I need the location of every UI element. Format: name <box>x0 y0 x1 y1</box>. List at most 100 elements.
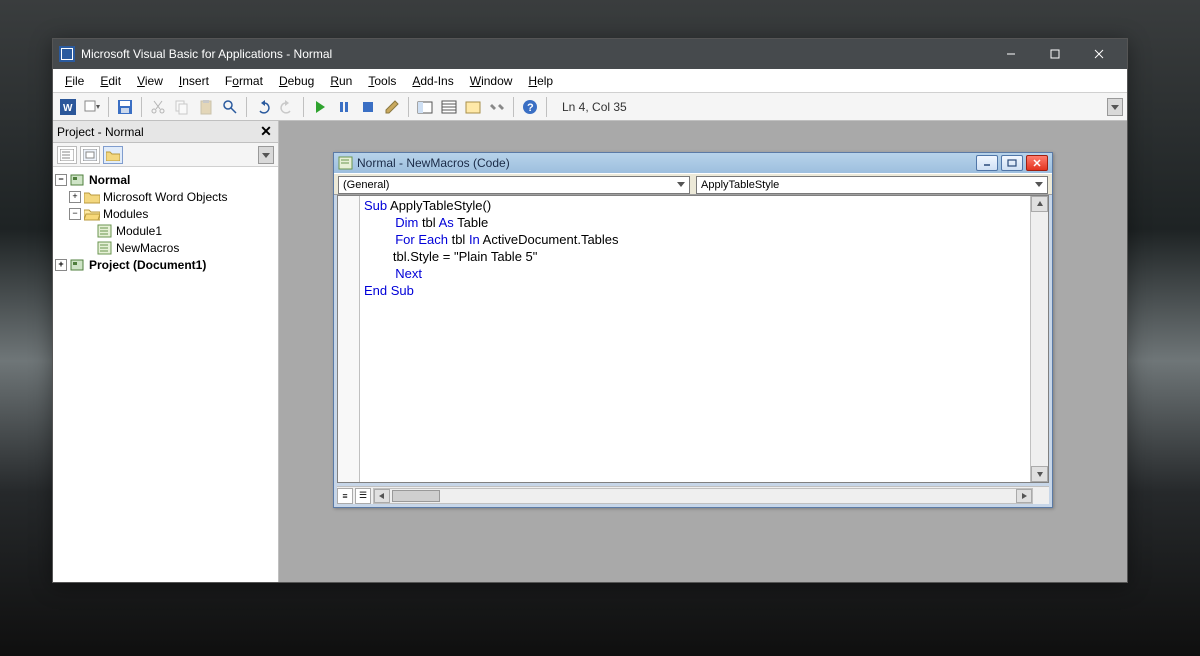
code-combos: (General) ApplyTableStyle <box>334 173 1052 195</box>
project-panel-title: Project - Normal <box>57 125 258 139</box>
minimize-button[interactable] <box>989 39 1033 69</box>
project-panel-close-icon[interactable]: ✕ <box>258 124 274 140</box>
menubar: File Edit View Insert Format Debug Run T… <box>53 69 1127 93</box>
code-editor[interactable]: Sub ApplyTableStyle() Dim tbl As Table F… <box>337 195 1049 483</box>
pause-icon[interactable] <box>333 96 355 118</box>
svg-text:W: W <box>63 103 73 114</box>
menu-format[interactable]: Format <box>217 72 271 90</box>
module-icon <box>97 224 113 238</box>
resize-grip[interactable] <box>1033 488 1049 504</box>
menu-edit[interactable]: Edit <box>92 72 129 90</box>
code-window-titlebar[interactable]: Normal - NewMacros (Code) <box>334 153 1052 173</box>
code-window-controls <box>976 155 1048 171</box>
code-minimize-button[interactable] <box>976 155 998 171</box>
save-icon[interactable] <box>114 96 136 118</box>
properties-icon[interactable] <box>438 96 460 118</box>
procedure-combo[interactable]: ApplyTableStyle <box>696 176 1048 194</box>
scroll-down-icon[interactable] <box>1031 466 1048 482</box>
tree-node-normal[interactable]: − Normal <box>55 171 276 188</box>
vba-project-icon <box>70 173 86 187</box>
design-mode-icon[interactable] <box>381 96 403 118</box>
object-browser-icon[interactable] <box>462 96 484 118</box>
module-icon <box>97 241 113 255</box>
collapse-icon[interactable]: − <box>69 208 81 220</box>
scroll-up-icon[interactable] <box>1031 196 1048 212</box>
view-dropdown-icon[interactable] <box>81 96 103 118</box>
menu-tools[interactable]: Tools <box>360 72 404 90</box>
cursor-position: Ln 4, Col 35 <box>558 100 631 114</box>
menu-help[interactable]: Help <box>520 72 561 90</box>
project-tree[interactable]: − Normal + Microsoft Word Objects − Modu… <box>53 167 278 582</box>
toggle-folders-icon[interactable] <box>103 146 123 164</box>
module-icon <box>338 156 354 170</box>
tree-node-word-objects[interactable]: + Microsoft Word Objects <box>55 188 276 205</box>
mdi-area[interactable]: Normal - NewMacros (Code) (General) Appl… <box>279 121 1127 582</box>
expand-icon[interactable]: + <box>69 191 81 203</box>
code-close-button[interactable] <box>1026 155 1048 171</box>
stop-icon[interactable] <box>357 96 379 118</box>
tree-label: Module1 <box>116 224 162 238</box>
vba-project-icon <box>70 258 86 272</box>
menu-view[interactable]: View <box>129 72 171 90</box>
word-icon[interactable]: W <box>57 96 79 118</box>
window-title: Microsoft Visual Basic for Applications … <box>81 47 989 61</box>
tree-node-module1[interactable]: Module1 <box>55 222 276 239</box>
menu-insert[interactable]: Insert <box>171 72 217 90</box>
help-icon[interactable]: ? <box>519 96 541 118</box>
toolbox-icon[interactable] <box>486 96 508 118</box>
code-window: Normal - NewMacros (Code) (General) Appl… <box>333 152 1053 508</box>
project-panel-header[interactable]: Project - Normal ✕ <box>53 121 278 143</box>
tree-node-modules[interactable]: − Modules <box>55 205 276 222</box>
app-window: Microsoft Visual Basic for Applications … <box>52 38 1128 583</box>
code-bottom-bar: ≡ ☰ <box>337 486 1049 504</box>
paste-icon[interactable] <box>195 96 217 118</box>
project-panel-toolbar <box>53 143 278 167</box>
tree-label: Normal <box>89 173 130 187</box>
code-text[interactable]: Sub ApplyTableStyle() Dim tbl As Table F… <box>360 196 1030 482</box>
run-icon[interactable] <box>309 96 331 118</box>
close-button[interactable] <box>1077 39 1121 69</box>
svg-text:?: ? <box>527 102 534 114</box>
window-controls <box>989 39 1121 69</box>
view-object-icon[interactable] <box>80 146 100 164</box>
folder-open-icon <box>84 207 100 221</box>
app-icon <box>59 46 75 62</box>
titlebar[interactable]: Microsoft Visual Basic for Applications … <box>53 39 1127 69</box>
full-module-view-icon[interactable]: ☰ <box>355 488 371 504</box>
toolbar-overflow[interactable] <box>1107 98 1123 116</box>
vertical-scrollbar[interactable] <box>1030 196 1048 482</box>
tree-node-newmacros[interactable]: NewMacros <box>55 239 276 256</box>
procedure-view-icon[interactable]: ≡ <box>337 488 353 504</box>
copy-icon[interactable] <box>171 96 193 118</box>
code-window-title: Normal - NewMacros (Code) <box>357 156 976 170</box>
menu-run[interactable]: Run <box>322 72 360 90</box>
tree-node-project-doc1[interactable]: + Project (Document1) <box>55 256 276 273</box>
view-code-icon[interactable] <box>57 146 77 164</box>
code-gutter <box>338 196 360 482</box>
maximize-button[interactable] <box>1033 39 1077 69</box>
redo-icon[interactable] <box>276 96 298 118</box>
collapse-icon[interactable]: − <box>55 174 67 186</box>
undo-icon[interactable] <box>252 96 274 118</box>
object-combo[interactable]: (General) <box>338 176 690 194</box>
menu-file[interactable]: File <box>57 72 92 90</box>
menu-addins[interactable]: Add-Ins <box>404 72 461 90</box>
project-panel-overflow[interactable] <box>258 146 274 164</box>
client-area: Project - Normal ✕ − Normal + <box>53 121 1127 582</box>
scroll-right-icon[interactable] <box>1016 489 1032 503</box>
scroll-thumb[interactable] <box>392 490 440 502</box>
find-icon[interactable] <box>219 96 241 118</box>
menu-debug[interactable]: Debug <box>271 72 322 90</box>
expand-icon[interactable]: + <box>55 259 67 271</box>
tree-label: Microsoft Word Objects <box>103 190 227 204</box>
project-explorer-panel: Project - Normal ✕ − Normal + <box>53 121 279 582</box>
folder-icon <box>84 190 100 204</box>
code-maximize-button[interactable] <box>1001 155 1023 171</box>
menu-window[interactable]: Window <box>462 72 521 90</box>
cut-icon[interactable] <box>147 96 169 118</box>
horizontal-scrollbar[interactable] <box>373 488 1033 504</box>
tree-label: Modules <box>103 207 148 221</box>
tree-label: Project (Document1) <box>89 258 206 272</box>
scroll-left-icon[interactable] <box>374 489 390 503</box>
project-explorer-icon[interactable] <box>414 96 436 118</box>
